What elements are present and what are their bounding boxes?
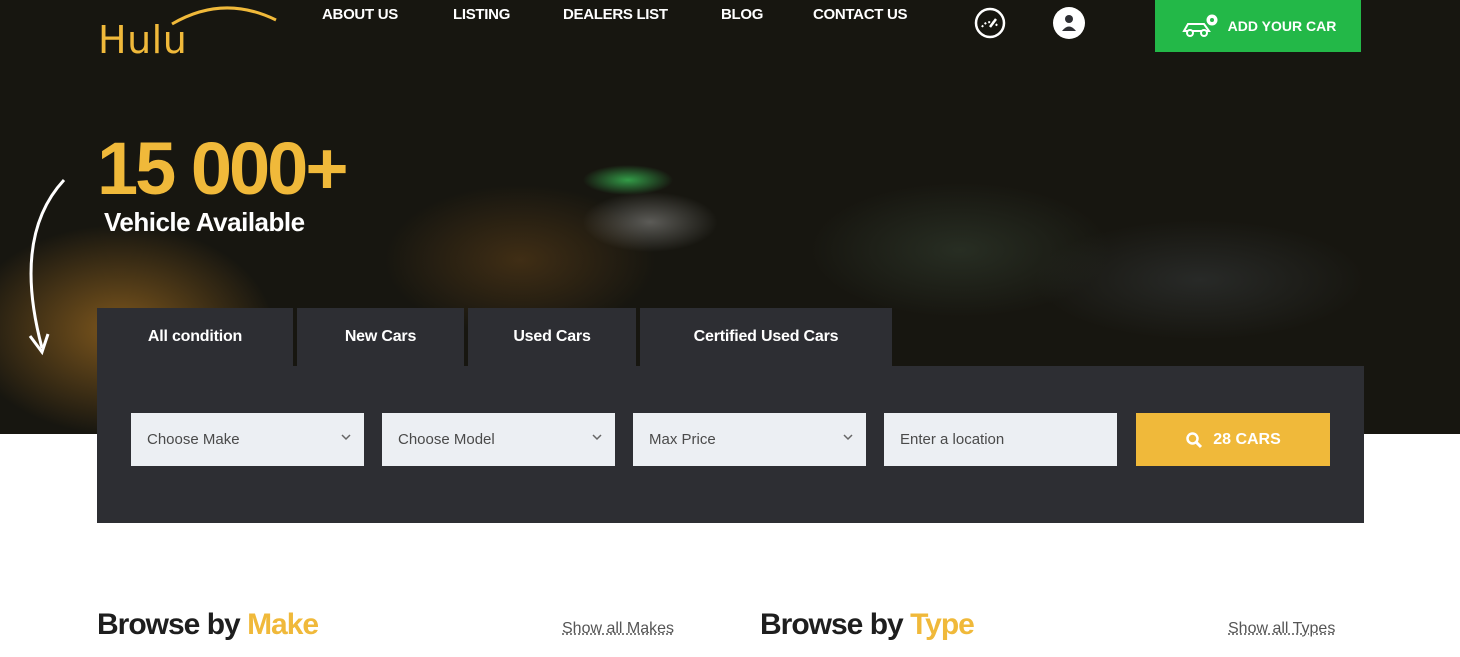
heading-accent: Make — [247, 608, 319, 641]
search-button-label: 28 CARS — [1213, 430, 1281, 448]
browse-by-make-heading: Browse by Make — [97, 608, 319, 642]
nav-listing[interactable]: LISTING — [453, 6, 563, 23]
tab-used-cars[interactable]: Used Cars — [468, 308, 636, 366]
vehicle-count: 15 000+ — [97, 127, 349, 210]
nav-dealers-list[interactable]: DEALERS LIST — [563, 6, 721, 23]
logo-arc-icon — [171, 6, 277, 26]
model-select[interactable]: Choose Model — [382, 413, 615, 466]
car-pin-icon — [1181, 14, 1218, 37]
curved-arrow-icon — [28, 178, 66, 356]
max-price-select[interactable]: Max Price — [633, 413, 866, 466]
add-your-car-label: ADD YOUR CAR — [1227, 18, 1337, 34]
nav-blog[interactable]: BLOG — [721, 6, 813, 23]
location-input-placeholder: Enter a location — [900, 431, 1005, 448]
nav-contact-us[interactable]: CONTACT US — [813, 6, 908, 23]
condition-tabs: All condition New Cars Used Cars Certifi… — [97, 308, 896, 366]
max-price-select-value: Max Price — [649, 431, 716, 448]
tab-label: Used Cars — [513, 328, 591, 345]
heading-prefix: Browse by — [97, 608, 241, 641]
heading-prefix: Browse by — [760, 608, 904, 641]
chevron-down-icon — [341, 434, 351, 441]
search-icon — [1186, 431, 1203, 448]
show-all-makes-link[interactable]: Show all Makes — [562, 620, 674, 638]
tab-label: All condition — [147, 328, 243, 345]
vehicle-count-subtitle: Vehicle Available — [104, 207, 305, 237]
main-nav: ABOUT US LISTING DEALERS LIST BLOG CONTA… — [322, 6, 908, 23]
location-input[interactable]: Enter a location — [884, 413, 1117, 466]
tab-new-cars[interactable]: New Cars — [297, 308, 464, 366]
make-select-value: Choose Make — [147, 431, 240, 448]
tab-all-condition[interactable]: All condition — [97, 308, 293, 366]
speedometer-icon[interactable] — [973, 6, 1007, 40]
nav-about-us[interactable]: ABOUT US — [322, 6, 453, 23]
tab-label: Certified Used Cars — [693, 328, 839, 345]
chevron-down-icon — [843, 434, 853, 441]
user-icon[interactable] — [1052, 6, 1086, 40]
logo[interactable]: Hulu — [98, 6, 288, 62]
add-your-car-button[interactable]: ADD YOUR CAR — [1155, 0, 1361, 52]
browse-by-type-heading: Browse by Type — [760, 608, 975, 642]
search-cars-button[interactable]: 28 CARS — [1136, 413, 1330, 466]
heading-accent: Type — [910, 608, 975, 641]
tab-certified-used-cars[interactable]: Certified Used Cars — [640, 308, 892, 366]
chevron-down-icon — [592, 434, 602, 441]
model-select-value: Choose Model — [398, 431, 495, 448]
tab-label: New Cars — [344, 328, 417, 345]
show-all-types-link[interactable]: Show all Types — [1228, 620, 1335, 638]
make-select[interactable]: Choose Make — [131, 413, 364, 466]
